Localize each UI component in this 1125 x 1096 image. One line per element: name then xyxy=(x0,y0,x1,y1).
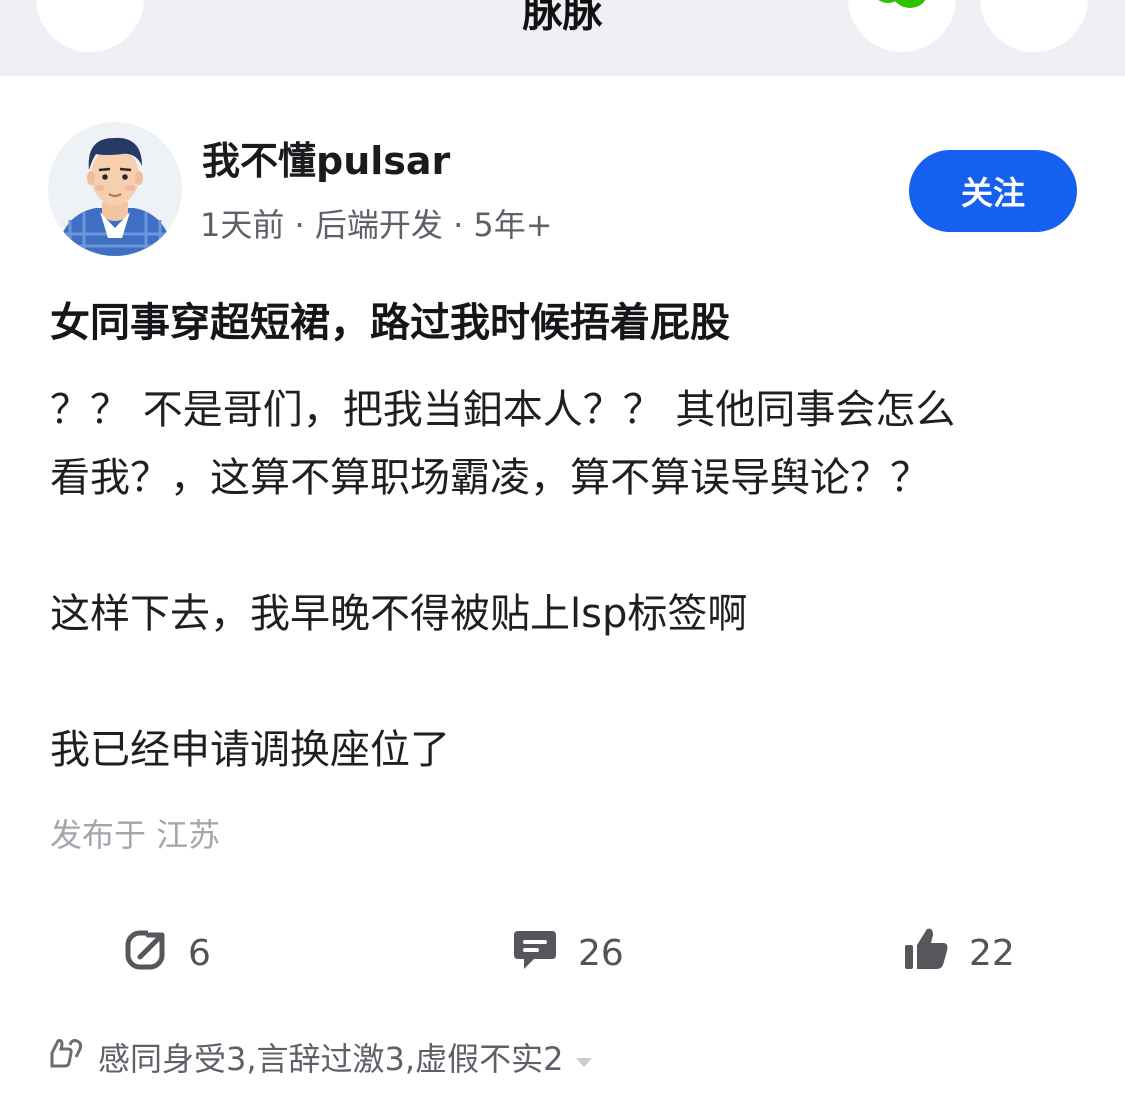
author-role: 后端开发 xyxy=(314,206,443,244)
comment-button[interactable]: 26 xyxy=(512,920,624,986)
author-meta: 1天前 · 后端开发 · 5年+ xyxy=(200,200,553,246)
top-navigation-bar: 脉脉 xyxy=(0,0,1125,76)
caret-down-icon xyxy=(575,1038,593,1076)
wechat-icon xyxy=(870,0,934,26)
meta-separator: · xyxy=(294,206,305,244)
post-body: ？？ 不是哥们，把我当鈤本人？？ 其他同事会怎么 看我？，这算不算职场霸凌，算不… xyxy=(50,376,1080,784)
author-experience: 5年+ xyxy=(473,206,553,244)
author-name[interactable]: 我不懂pulsar xyxy=(202,130,450,185)
reaction-text: 感同身受3,言辞过激3,虚假不实2 xyxy=(98,1040,564,1078)
post-paragraph: 这样下去，我早晚不得被贴上lsp标签啊 xyxy=(50,591,748,637)
repost-icon xyxy=(124,926,168,980)
post-time: 1天前 xyxy=(200,206,285,244)
follow-button[interactable]: 关注 xyxy=(909,150,1077,232)
comment-count: 26 xyxy=(578,932,624,974)
repost-button[interactable]: 6 xyxy=(124,920,211,986)
post-paragraph: 我已经申请调换座位了 xyxy=(50,727,450,773)
like-button[interactable]: 22 xyxy=(903,920,1015,986)
action-bar: 6 26 22 xyxy=(0,920,1125,986)
page-title: 脉脉 xyxy=(522,0,603,36)
repost-count: 6 xyxy=(188,932,211,974)
reaction-summary[interactable]: 感同身受3,言辞过激3,虚假不实2 xyxy=(48,1034,593,1080)
like-count: 22 xyxy=(969,932,1015,974)
post-paragraph: 看我？，这算不算职场霸凌，算不算误导舆论？？ xyxy=(50,455,930,501)
post-paragraph: ？？ 不是哥们，把我当鈤本人？？ 其他同事会怎么 xyxy=(50,387,956,433)
post-location: 发布于 江苏 xyxy=(50,816,221,854)
author-avatar[interactable] xyxy=(48,122,182,256)
more-icon xyxy=(1012,0,1056,4)
more-button[interactable] xyxy=(980,0,1088,52)
comment-icon xyxy=(512,927,558,980)
wechat-share-button[interactable] xyxy=(848,0,956,52)
post-title: 女同事穿超短裙，路过我时候捂着屁股 xyxy=(50,300,730,346)
thumbs-up-icon xyxy=(903,927,949,980)
reaction-icon xyxy=(48,1035,86,1079)
meta-separator: · xyxy=(453,206,464,244)
